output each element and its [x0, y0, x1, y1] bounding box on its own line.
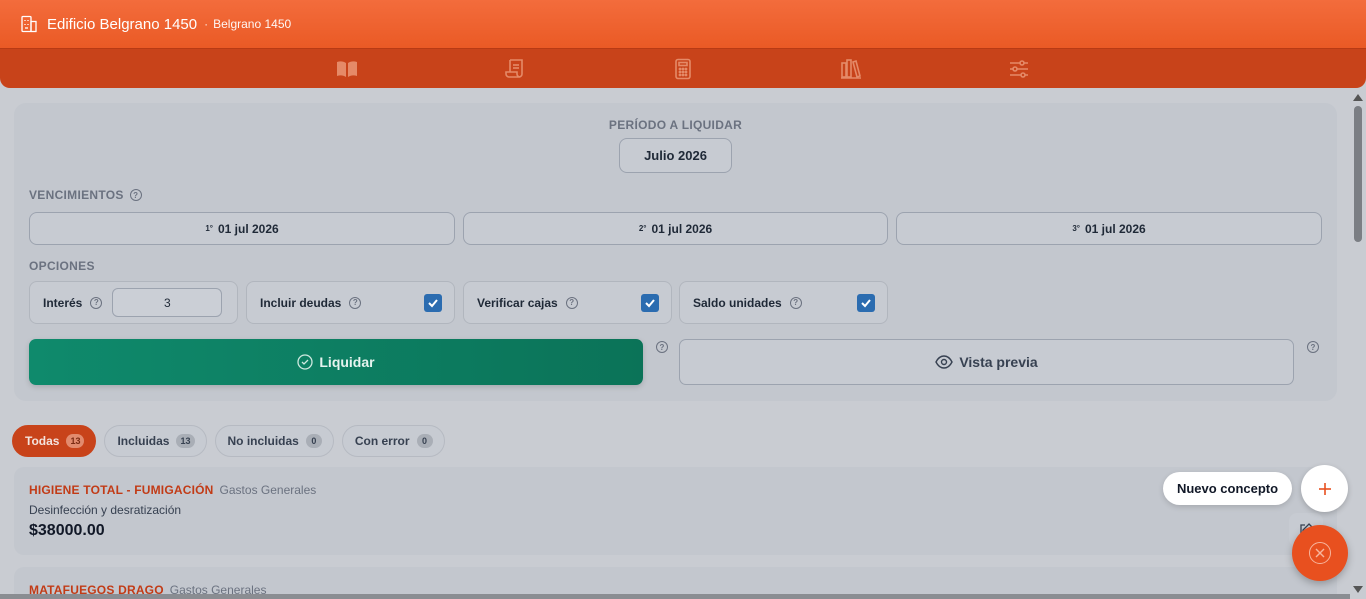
concept-description: Desinfección y desratización — [29, 503, 182, 517]
plus-icon — [1318, 482, 1331, 495]
due-date-3-ordinal: 3° — [1072, 224, 1080, 233]
help-icon[interactable]: ? — [349, 296, 362, 309]
incluir-deudas-label: Incluir deudas — [260, 295, 342, 310]
vertical-scrollbar[interactable] — [1350, 88, 1366, 599]
filter-label: Con error — [354, 434, 410, 448]
building-icon — [20, 15, 38, 33]
due-date-1-ordinal: 1° — [205, 224, 213, 233]
close-icon — [1309, 542, 1331, 564]
filter-no-incluidas[interactable]: No incluidas 0 — [214, 425, 334, 457]
filter-count: 13 — [176, 434, 195, 448]
close-fab-button[interactable] — [1292, 525, 1348, 581]
nav-book-icon[interactable] — [263, 49, 431, 89]
new-concept-label[interactable]: Nuevo concepto — [1163, 472, 1292, 505]
help-icon[interactable]: ? — [789, 296, 802, 309]
filter-con-error[interactable]: Con error 0 — [341, 425, 445, 457]
concept-header: HIGIENE TOTAL - FUMIGACIÓN Gastos Genera… — [29, 483, 316, 497]
scroll-up-icon[interactable] — [1353, 94, 1363, 101]
eye-icon — [935, 355, 954, 369]
help-icon[interactable]: ? — [90, 296, 103, 309]
vista-previa-label: Vista previa — [959, 354, 1038, 370]
due-date-2-value: 01 jul 2026 — [651, 221, 713, 236]
saldo-unidades-checkbox[interactable] — [857, 294, 875, 312]
filter-label: Todas — [25, 434, 60, 448]
due-date-1-value: 01 jul 2026 — [217, 221, 279, 236]
filter-count: 0 — [416, 434, 433, 448]
concept-category: Gastos Generales — [219, 483, 317, 497]
option-incluir-deudas[interactable]: Incluir deudas ? — [246, 281, 455, 324]
filter-count: 0 — [305, 434, 322, 448]
concept-card[interactable]: HIGIENE TOTAL - FUMIGACIÓN Gastos Genera… — [14, 467, 1337, 555]
building-title: Edificio Belgrano 1450 — [47, 15, 198, 33]
vencimientos-label-text: VENCIMIENTOS — [29, 188, 124, 202]
filter-label: Incluidas — [117, 434, 170, 448]
option-verificar-cajas[interactable]: Verificar cajas ? — [463, 281, 672, 324]
option-saldo-unidades[interactable]: Saldo unidades ? — [679, 281, 888, 324]
period-label: PERÍODO A LIQUIDAR — [608, 118, 743, 132]
liquidation-settings-panel: PERÍODO A LIQUIDAR Julio 2026 VENCIMIENT… — [14, 103, 1337, 401]
new-concept-button[interactable] — [1301, 465, 1348, 512]
concept-amount: $38000.00 — [29, 522, 105, 539]
due-date-1[interactable]: 1° 01 jul 2026 — [29, 212, 455, 245]
due-date-3[interactable]: 3° 01 jul 2026 — [896, 212, 1322, 245]
main-nav — [0, 48, 1366, 88]
incluir-deudas-checkbox[interactable] — [424, 294, 442, 312]
due-date-3-value: 01 jul 2026 — [1084, 221, 1146, 236]
verificar-cajas-checkbox[interactable] — [641, 294, 659, 312]
due-date-2-ordinal: 2° — [638, 224, 647, 233]
nav-sliders-icon[interactable] — [935, 49, 1103, 89]
liquidar-label: Liquidar — [319, 354, 375, 370]
filter-incluidas[interactable]: Incluidas 13 — [104, 425, 207, 457]
filter-todas[interactable]: Todas 13 — [12, 425, 97, 457]
help-icon[interactable]: ? — [656, 341, 668, 353]
help-icon[interactable]: ? — [565, 296, 578, 309]
period-selector[interactable]: Julio 2026 — [619, 138, 732, 173]
verificar-cajas-label: Verificar cajas — [477, 295, 558, 310]
nav-library-icon[interactable] — [767, 49, 935, 89]
filter-count: 13 — [66, 434, 85, 448]
horizontal-scrollbar[interactable] — [0, 594, 1350, 599]
filter-chips: Todas 13 Incluidas 13 No incluidas 0 Con… — [12, 425, 445, 457]
building-subtitle: Belgrano 1450 — [213, 17, 292, 31]
liquidar-button[interactable]: Liquidar — [29, 339, 643, 385]
interes-input[interactable]: 3 — [112, 288, 223, 317]
nav-receipt-icon[interactable] — [431, 49, 599, 89]
interes-label: Interés — [43, 295, 83, 310]
nav-calculator-icon[interactable] — [599, 49, 767, 89]
check-circle-icon — [297, 354, 314, 370]
title-separator: · — [204, 17, 209, 31]
app-header: Edificio Belgrano 1450 · Belgrano 1450 — [0, 0, 1366, 48]
saldo-unidades-label: Saldo unidades — [693, 295, 782, 310]
scroll-thumb[interactable] — [1354, 106, 1362, 242]
filter-label: No incluidas — [227, 434, 299, 448]
due-date-2[interactable]: 2° 01 jul 2026 — [463, 212, 888, 245]
opciones-label: OPCIONES — [29, 259, 95, 273]
concept-name: HIGIENE TOTAL - FUMIGACIÓN — [29, 483, 214, 497]
vista-previa-button[interactable]: Vista previa — [679, 339, 1294, 385]
vencimientos-label: VENCIMIENTOS ? — [29, 188, 142, 202]
scroll-down-icon[interactable] — [1353, 586, 1363, 593]
option-interes: Interés ? 3 — [29, 281, 238, 324]
help-icon[interactable]: ? — [129, 189, 142, 201]
help-icon[interactable]: ? — [1307, 341, 1319, 353]
